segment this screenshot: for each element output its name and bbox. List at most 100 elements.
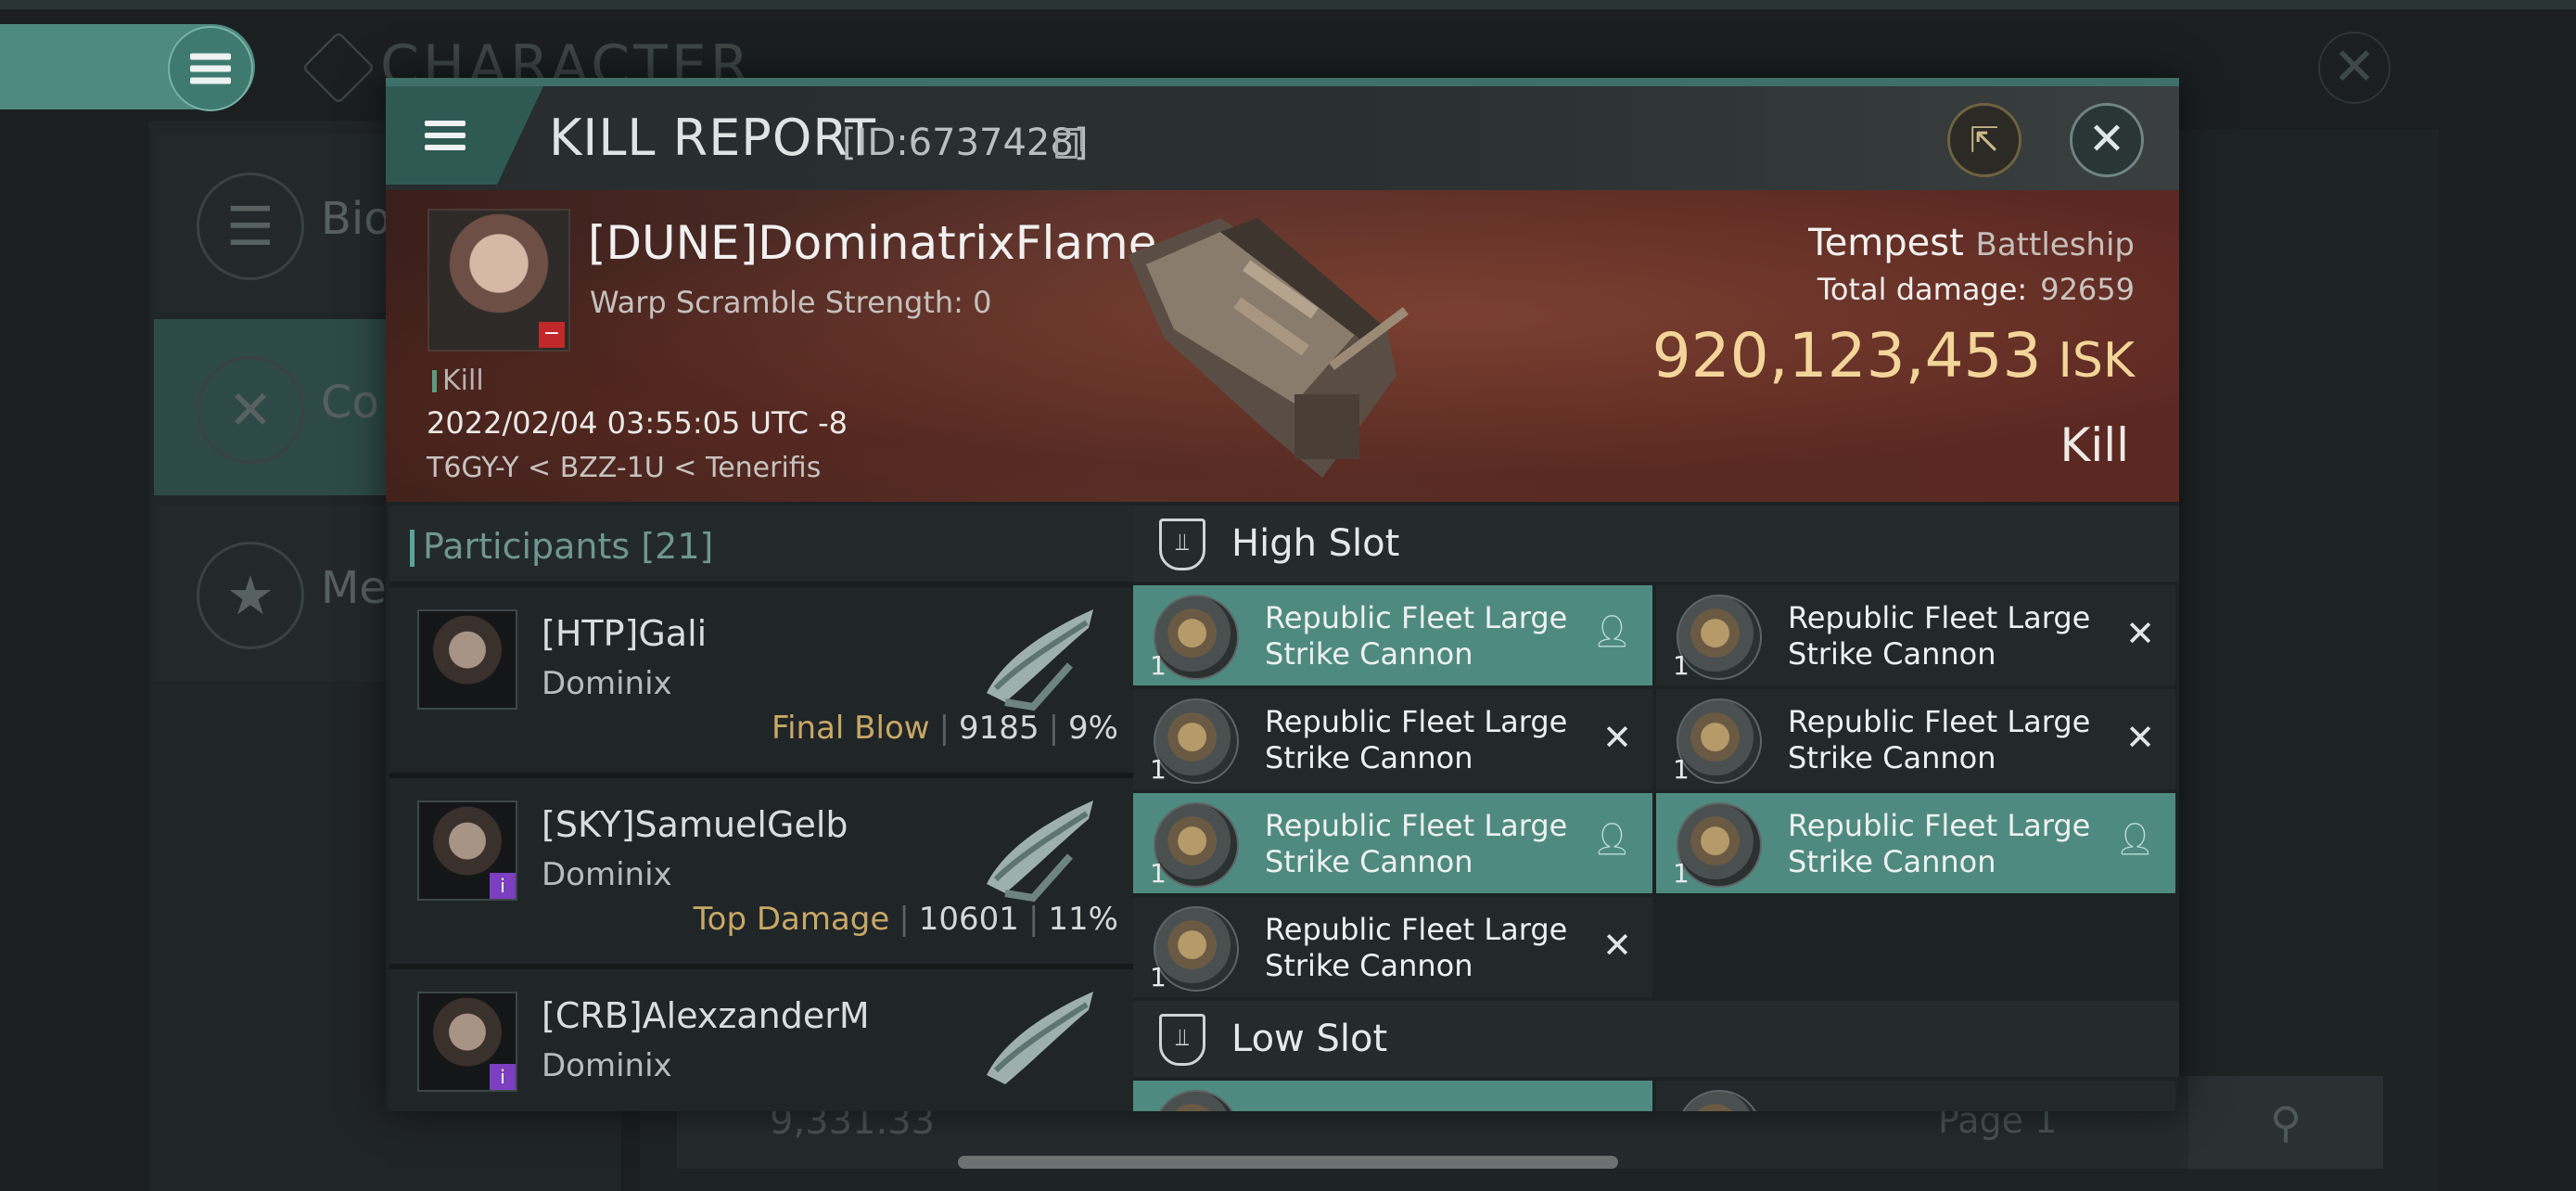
sidebar-item-label: Me <box>321 562 387 614</box>
module-item[interactable]: 1 Republic Fleet Large Strike Cannon ✕ <box>1656 689 2175 789</box>
kill-tag-label: Kill <box>442 365 484 397</box>
module-item[interactable]: 1 Republic Fleet Large Strike Cannon ✕ <box>1133 689 1652 789</box>
window-title: KILL REPORT <box>549 109 876 167</box>
kill-location[interactable]: T6GY-Y < BZZ-1U < Tenerifis <box>427 452 821 484</box>
total-damage-value: 92659 <box>2040 272 2135 307</box>
final-blow-label: Final Blow <box>772 710 930 747</box>
module-quantity: 1 <box>1150 962 1167 992</box>
standing-badge-icon: − <box>539 322 565 348</box>
participant-percent: 9% <box>1068 710 1118 747</box>
participant-ship: Dominix <box>542 665 672 702</box>
kill-result: Kill <box>2060 418 2129 472</box>
participant-stats: Top Damage | 10601 | 11% <box>693 901 1118 938</box>
low-slot-label: Low Slot <box>1231 1018 1388 1060</box>
victim-ship-image <box>1128 218 1409 478</box>
destroyed-icon: ✕ <box>1602 717 1632 758</box>
module-quantity: 1 <box>1673 858 1690 889</box>
module-name: Republic Fleet Large Strike Cannon <box>1265 704 1568 775</box>
person-icon: 👤︎ <box>1591 821 1632 858</box>
module-name: Republic Fleet Large Strike Cannon <box>1265 600 1568 672</box>
sidebar-item-label: Co <box>321 377 379 429</box>
corp-badge-icon: i <box>490 1064 516 1090</box>
window-header: KILL REPORT [ID:6737428] ⇱ ✕ <box>386 86 2179 190</box>
filter-icon[interactable]: ⚲ <box>2188 1076 2383 1169</box>
participants-header: Participants [21] <box>389 506 1133 582</box>
participants-count: [21] <box>641 526 714 567</box>
list-icon: ☰ <box>197 173 304 280</box>
kill-id: [ID:6737428] <box>842 122 1089 164</box>
module-name: Republic Fleet Large Strike Cannon <box>1788 600 2091 672</box>
crossed-swords-icon: ✕ <box>197 356 304 464</box>
low-slot-header: ⫫ Low Slot <box>1133 1001 2179 1077</box>
total-damage: Total damage: 92659 <box>1817 272 2135 307</box>
participant-ship-image <box>987 992 1093 1084</box>
module-quantity: 1 <box>1150 754 1167 785</box>
menu-icon <box>425 114 465 157</box>
top-damage-label: Top Damage <box>693 901 890 938</box>
participant-ship: Dominix <box>542 1047 672 1084</box>
destroyed-icon: ✕ <box>2125 613 2155 654</box>
module-item[interactable]: 1 Republic Fleet Large Strike Cannon ✕ <box>1656 585 2175 685</box>
close-icon: ✕ <box>2087 113 2126 165</box>
isk-amount: 920,123,453 <box>1651 320 2042 391</box>
victim-name[interactable]: [DUNE]DominatrixFlame <box>588 216 1157 270</box>
character-icon <box>301 31 376 105</box>
corp-badge-icon: i <box>490 873 516 899</box>
module-item[interactable] <box>1656 1081 2175 1111</box>
close-button[interactable]: ✕ <box>2070 103 2144 177</box>
background-close-icon[interactable]: ✕ <box>2318 32 2391 104</box>
isk-value: 920,123,453 ISK <box>1652 320 2135 391</box>
participant-percent: 11% <box>1048 901 1118 938</box>
module-icon <box>1677 1090 1762 1111</box>
module-name: Republic Fleet Large Strike Cannon <box>1265 912 1568 983</box>
ship-name[interactable]: Tempest Battleship <box>1808 222 2135 264</box>
participants-label: Participants <box>423 526 631 567</box>
participant-name: [HTP]Gali <box>542 613 708 654</box>
share-button[interactable]: ⇱ <box>1947 103 2021 177</box>
participant-stats: Final Blow | 9185 | 9% <box>772 710 1118 747</box>
isk-unit: ISK <box>2058 333 2135 389</box>
module-item[interactable]: 1 Republic Fleet Large Strike Cannon 👤︎ <box>1656 793 2175 893</box>
ship-class: Battleship <box>1975 226 2135 263</box>
external-link-icon: ⇱ <box>1970 120 1999 160</box>
module-item[interactable]: 1 Republic Fleet Large Strike Cannon ✕ <box>1133 897 1652 997</box>
fitting-panel: ⫫ High Slot 1 Republic Fleet Large Strike… <box>1133 506 2179 1111</box>
participant-row[interactable]: i [CRB]AlexzanderM Dominix <box>389 969 1133 1111</box>
module-quantity: 1 <box>1150 858 1167 889</box>
kill-report-window: KILL REPORT [ID:6737428] ⇱ ✕ − [DUNE]Dom… <box>386 78 2179 1111</box>
participant-damage: 9185 <box>959 710 1039 747</box>
module-item[interactable]: 1 Republic Fleet Large Strike Cannon 👤︎ <box>1133 585 1652 685</box>
total-damage-label: Total damage: <box>1817 272 2028 307</box>
participant-portrait[interactable] <box>417 609 517 710</box>
victim-banner: − [DUNE]DominatrixFlame Warp Scramble St… <box>386 190 2179 502</box>
top-bar <box>0 0 2576 9</box>
copy-icon[interactable] <box>1055 128 1083 159</box>
destroyed-icon: ✕ <box>1602 925 1632 966</box>
participant-row[interactable]: i [SKY]SamuelGelb Dominix Top Damage | 106… <box>389 778 1133 969</box>
warp-scramble-strength: Warp Scramble Strength: 0 <box>590 285 992 320</box>
participant-damage: 10601 <box>918 901 1019 938</box>
window-menu-button[interactable] <box>386 86 543 185</box>
participant-ship-image <box>987 800 1093 903</box>
module-quantity: 1 <box>1150 650 1167 681</box>
high-slot-icon: ⫫ <box>1159 519 1205 570</box>
high-slot-header: ⫫ High Slot <box>1133 506 2179 582</box>
participant-ship-image <box>987 609 1093 711</box>
module-item[interactable] <box>1133 1081 1652 1111</box>
module-icon <box>1154 1090 1239 1111</box>
kill-date: 2022/02/04 03:55:05 UTC -8 <box>427 405 848 441</box>
participant-name: [SKY]SamuelGelb <box>542 804 848 845</box>
module-name: Republic Fleet Large Strike Cannon <box>1265 808 1568 879</box>
participant-row[interactable]: [HTP]Gali Dominix Final Blow | 9185 | 9% <box>389 587 1133 778</box>
ship-name-text: Tempest <box>1808 222 1964 264</box>
main-menu-button[interactable] <box>0 24 255 111</box>
module-item[interactable]: 1 Republic Fleet Large Strike Cannon 👤︎ <box>1133 793 1652 893</box>
star-icon: ★ <box>197 542 304 649</box>
sidebar-item-label: Bio <box>321 193 391 245</box>
home-indicator[interactable] <box>958 1156 1618 1169</box>
menu-icon <box>168 26 253 111</box>
module-name: Republic Fleet Large Strike Cannon <box>1788 704 2091 775</box>
participants-title: Participants [21] <box>409 526 714 567</box>
high-slot-label: High Slot <box>1231 522 1400 565</box>
person-icon: 👤︎ <box>1591 613 1632 650</box>
